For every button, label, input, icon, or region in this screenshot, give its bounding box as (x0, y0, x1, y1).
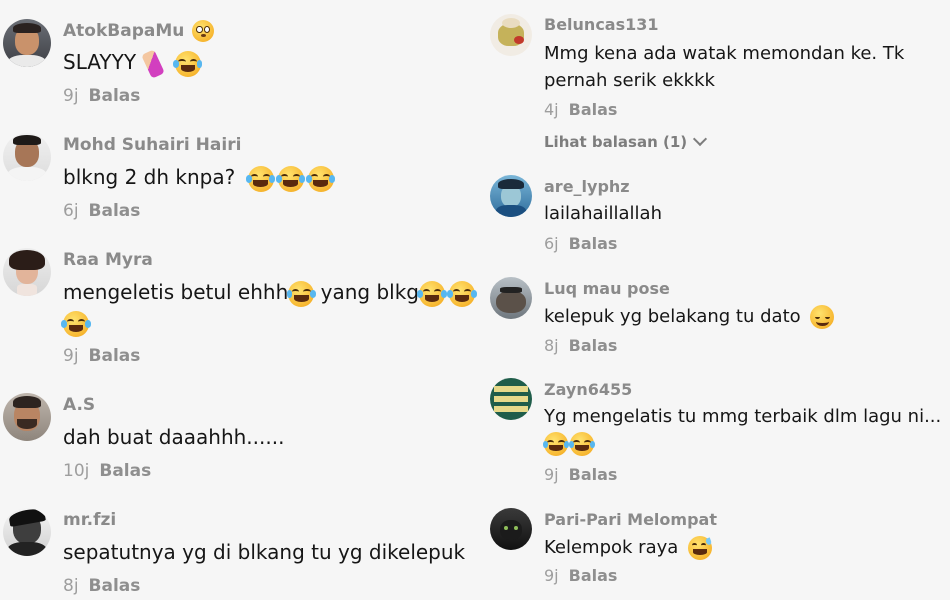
comment-text: kelepuk yg belakang tu dato (544, 305, 835, 329)
laughing-tears-emoji-icon (417, 280, 447, 307)
reply-button[interactable]: Balas (99, 461, 151, 481)
timestamp: 6j (63, 201, 79, 221)
comment-text: Mmg kena ada watak memondan ke. Tk (544, 43, 905, 64)
comment-meta: 9j Balas (63, 346, 140, 366)
avatar[interactable] (3, 393, 51, 441)
username[interactable]: mr.fzi (63, 510, 116, 530)
username[interactable]: A.S (63, 395, 95, 415)
comment-text-line2: pernah serik ekkkk (544, 70, 715, 91)
avatar[interactable] (490, 277, 532, 319)
laughing-tears-emoji-icon (542, 432, 570, 456)
comment-text-line2 (542, 432, 596, 456)
laughing-tears-emoji-icon (246, 165, 276, 192)
comment-item: Beluncas131 Mmg kena ada watak memondan … (480, 0, 950, 165)
username[interactable]: Beluncas131 (544, 15, 659, 34)
comment-text: mengeletis betul ehhh yang blkg (63, 280, 477, 307)
comment-text-line2 (61, 310, 91, 337)
timestamp: 9j (63, 346, 79, 366)
comment-item: Pari-Pari Melompat Kelempok raya 9j Balas (480, 500, 950, 600)
comment-text: Yg mengelatis tu mmg terbaik dlm lagu ni… (544, 406, 942, 427)
laughing-tears-emoji-icon (306, 165, 336, 192)
view-replies-button[interactable]: Lihat balasan (1) (544, 131, 708, 151)
reply-button[interactable]: Balas (569, 465, 618, 484)
timestamp: 6j (544, 234, 559, 253)
username[interactable]: Luq mau pose (544, 279, 670, 298)
comment-meta: 8j Balas (544, 336, 617, 355)
avatar[interactable] (3, 19, 51, 67)
comment-item: mr.fzi sepatutnya yg di blkang tu yg dik… (0, 490, 480, 600)
comment-text: lailahaillallah (544, 203, 662, 224)
timestamp: 4j (544, 100, 559, 119)
comment-meta: 6j Balas (544, 234, 617, 253)
comment-meta: 8j Balas (63, 576, 140, 596)
comment-meta: 9j Balas (63, 86, 140, 106)
reply-button[interactable]: Balas (569, 566, 618, 585)
username[interactable]: are_lyphz (544, 177, 630, 196)
avatar[interactable] (3, 248, 51, 296)
comment-meta: 6j Balas (63, 201, 140, 221)
reply-button[interactable]: Balas (569, 100, 618, 119)
sweat-smile-emoji-icon (688, 536, 713, 560)
laughing-tears-emoji-icon (61, 310, 91, 337)
username[interactable]: Mohd Suhairi Hairi (63, 135, 241, 155)
username[interactable]: AtokBapaMu (63, 20, 215, 42)
comment-item: Raa Myra mengeletis betul ehhh yang blkg… (0, 230, 480, 375)
avatar[interactable] (490, 14, 532, 56)
reply-button[interactable]: Balas (89, 201, 141, 221)
comments-column-left: AtokBapaMu SLAYYY 9j Balas Mohd Suhairi H… (0, 0, 480, 600)
timestamp: 8j (63, 576, 79, 596)
reply-button[interactable]: Balas (89, 86, 141, 106)
comment-text: SLAYYY (63, 48, 203, 79)
timestamp: 10j (63, 461, 90, 481)
timestamp: 9j (544, 465, 559, 484)
comment-text: sepatutnya yg di blkang tu yg dikelepuk (63, 540, 466, 564)
comment-meta: 10j Balas (63, 461, 151, 481)
comment-item: are_lyphz lailahaillallah 6j Balas (480, 165, 950, 265)
avatar[interactable] (490, 175, 532, 217)
username[interactable]: Pari-Pari Melompat (544, 510, 717, 529)
timestamp: 9j (544, 566, 559, 585)
laughing-tears-emoji-icon (276, 165, 306, 192)
comment-meta: 4j Balas (544, 100, 617, 119)
avatar[interactable] (490, 508, 532, 550)
comment-item: AtokBapaMu SLAYYY 9j Balas (0, 0, 480, 115)
reply-button[interactable]: Balas (89, 346, 141, 366)
comment-item: A.S dah buat daaahhh...... 10j Balas (0, 375, 480, 490)
reply-button[interactable]: Balas (89, 576, 141, 596)
nail-polish-emoji-icon (141, 48, 166, 79)
username[interactable]: Raa Myra (63, 250, 153, 270)
reply-button[interactable]: Balas (569, 336, 618, 355)
comment-item: Zayn6455 Yg mengelatis tu mmg terbaik dl… (480, 370, 950, 500)
comment-text: Kelempok raya (544, 536, 713, 560)
comments-column-right: Beluncas131 Mmg kena ada watak memondan … (480, 0, 950, 600)
comment-item: Luq mau pose kelepuk yg belakang tu dato… (480, 265, 950, 370)
avatar[interactable] (3, 133, 51, 181)
avatar[interactable] (3, 508, 51, 556)
timestamp: 9j (63, 86, 79, 106)
chevron-down-icon (693, 131, 708, 147)
comment-meta: 9j Balas (544, 566, 617, 585)
comment-text: dah buat daaahhh...... (63, 425, 285, 449)
comment-text: blkng 2 dh knpa? (63, 165, 336, 192)
username[interactable]: Zayn6455 (544, 380, 632, 399)
timestamp: 8j (544, 336, 559, 355)
laughing-tears-emoji-icon (173, 50, 203, 77)
relieved-emoji-icon (810, 305, 835, 329)
flushed-emoji-icon (192, 20, 215, 42)
laughing-tears-emoji-icon (447, 280, 477, 307)
laughing-tears-emoji-icon (568, 432, 596, 456)
avatar[interactable] (490, 378, 532, 420)
laughing-tears-emoji-icon (286, 280, 316, 307)
comment-item: Mohd Suhairi Hairi blkng 2 dh knpa? 6j Ba… (0, 115, 480, 230)
reply-button[interactable]: Balas (569, 234, 618, 253)
comment-meta: 9j Balas (544, 465, 617, 484)
